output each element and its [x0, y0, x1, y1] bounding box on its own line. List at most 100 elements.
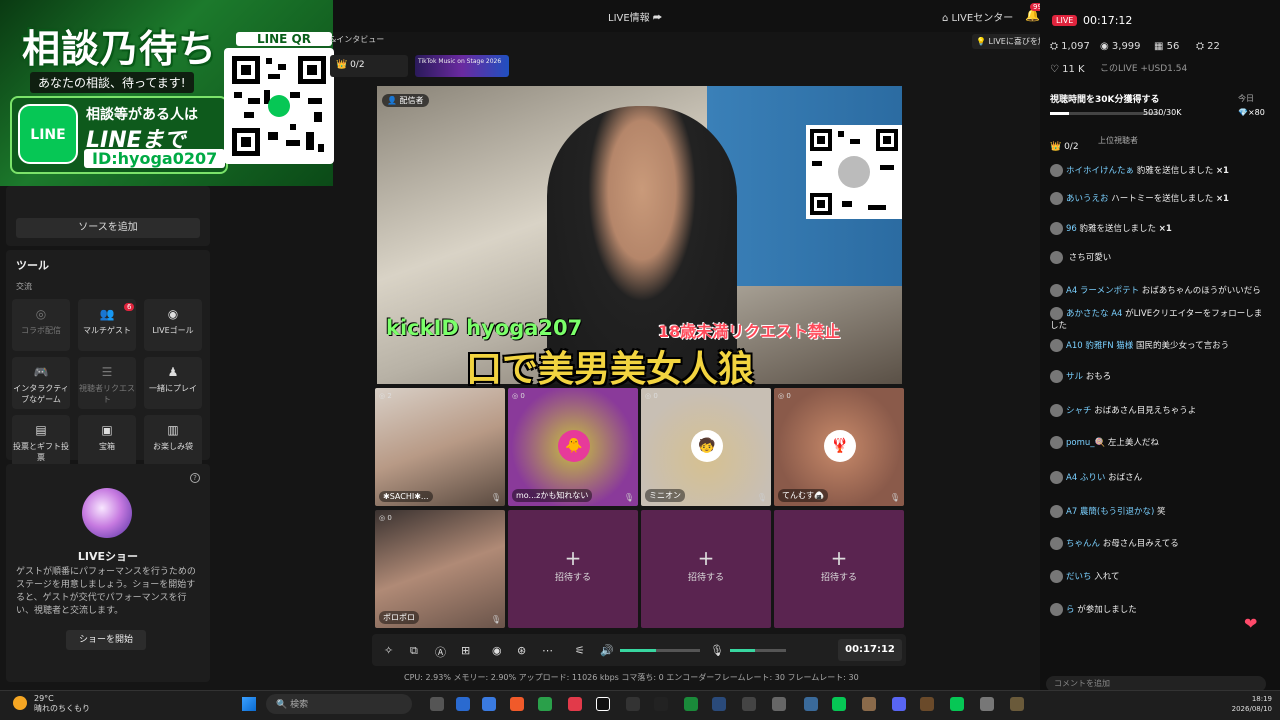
weather-icon[interactable] — [13, 696, 27, 710]
discord-icon[interactable] — [892, 697, 906, 711]
chat-username[interactable]: 96 — [1066, 224, 1077, 234]
tool-label: 宝箱 — [99, 442, 115, 451]
tool-play-together[interactable]: ♟ 一緒にプレイ — [144, 357, 202, 409]
chat-username[interactable]: ホイホイけんたぁ — [1066, 166, 1134, 176]
tool-collab[interactable]: ◎ コラボ配信 — [12, 299, 70, 351]
line-app-icon[interactable] — [832, 697, 846, 711]
app-icon[interactable] — [742, 697, 756, 711]
app-icon[interactable] — [456, 697, 470, 711]
live-center-link[interactable]: ⌂ LIVEセンター — [942, 9, 1013, 24]
user-avatar[interactable] — [1050, 603, 1063, 616]
layout-icon[interactable]: ⧉ — [410, 644, 418, 658]
more-icon[interactable]: ⋯ — [542, 644, 553, 657]
chat-username[interactable]: ちゃんん — [1066, 539, 1100, 549]
chat-username[interactable]: A7 農簡(もう引退かな) — [1066, 507, 1154, 517]
steam-icon[interactable] — [712, 697, 726, 711]
guest-tile[interactable]: ◎ 0 🦞 てんむす🍙 🎙 — [774, 388, 904, 506]
chat-username[interactable]: A10 豹雅FN 猫様 — [1066, 341, 1133, 351]
line-app-icon[interactable] — [950, 697, 964, 711]
app-icon[interactable] — [804, 697, 818, 711]
app-icon[interactable] — [626, 697, 640, 711]
user-avatar[interactable] — [1050, 284, 1063, 297]
user-avatar[interactable] — [1050, 222, 1063, 235]
chat-username[interactable]: pomu_🍭 — [1066, 438, 1105, 448]
tiktok-icon[interactable] — [596, 697, 610, 711]
mic-icon[interactable]: 🎙 — [890, 493, 900, 502]
tools-title: ツール — [16, 259, 49, 272]
brave-icon[interactable] — [510, 697, 524, 711]
user-avatar[interactable] — [1050, 164, 1063, 177]
chat-username[interactable]: A4 ラーメンポテト — [1066, 286, 1139, 296]
camera-switch-icon[interactable]: ⊛ — [517, 644, 526, 657]
app-icon[interactable] — [654, 697, 668, 711]
guest-tile[interactable]: ◎ 0 🧒 ミニオン 🎙 — [641, 388, 771, 506]
tool-poll[interactable]: ▤ 投票とギフト投票 — [12, 415, 70, 467]
music-banner[interactable]: TikTok Music on Stage 2026 — [415, 55, 509, 77]
user-avatar[interactable] — [1050, 570, 1063, 583]
app-icon[interactable] — [482, 697, 496, 711]
settings-icon[interactable] — [980, 697, 994, 711]
chat-username[interactable]: シャチ — [1066, 406, 1092, 416]
user-avatar[interactable] — [1050, 537, 1063, 550]
start-show-button[interactable]: ショーを開始 — [66, 630, 146, 650]
settings-sliders-icon[interactable]: ⚟ — [575, 644, 585, 657]
usd-earnings: このLIVE +USD1.54 — [1100, 64, 1188, 74]
app-icon[interactable] — [684, 697, 698, 711]
chat-username[interactable]: A4 ふりい — [1066, 473, 1105, 483]
volume-icon[interactable]: 🔊 — [600, 644, 614, 657]
views-stat: ◉ 3,999 — [1100, 41, 1141, 52]
mic-icon[interactable]: 🎙 — [624, 493, 634, 502]
user-avatar[interactable] — [1050, 192, 1063, 205]
system-clock[interactable]: 18:19 2026/08/10 — [1222, 694, 1272, 714]
guest-tile[interactable]: ◎ 2 ✱SACHI✱... 🎙 — [375, 388, 505, 506]
top-viewers-tab[interactable]: 上位視聴者 — [1098, 135, 1138, 146]
mic-icon[interactable]: 🎙 — [491, 615, 501, 624]
weather-widget[interactable]: 29°C 晴れのちくもり — [34, 694, 90, 714]
chat-username[interactable]: あいうえお — [1066, 194, 1109, 204]
mic-icon[interactable]: 🎙 — [757, 493, 767, 502]
tool-lucky-bag[interactable]: ▥ お楽しみ袋 — [144, 415, 202, 467]
record-icon[interactable]: ◉ — [492, 644, 502, 657]
chat-username[interactable]: だいち — [1066, 572, 1092, 582]
mic-icon[interactable]: 🎙 — [491, 493, 501, 502]
chat-username[interactable]: サル — [1066, 372, 1083, 382]
chat-username[interactable]: あかさたな A4 — [1066, 309, 1122, 319]
tool-viewer-request[interactable]: ☰ 視聴者リクエスト — [78, 357, 136, 409]
user-avatar[interactable] — [1050, 370, 1063, 383]
tool-treasure-box[interactable]: ▣ 宝箱 — [78, 415, 136, 467]
add-scene-icon[interactable]: ⊞ — [461, 644, 470, 657]
add-source-button[interactable]: ソースを追加 — [16, 218, 200, 238]
user-avatar[interactable] — [1050, 307, 1063, 320]
chat-username[interactable]: ら — [1066, 605, 1075, 615]
help-icon[interactable]: ? — [190, 473, 200, 483]
app-icon[interactable] — [862, 697, 876, 711]
app-icon[interactable] — [568, 697, 582, 711]
magic-wand-icon[interactable]: ✧ — [384, 644, 393, 657]
windows-start-icon[interactable] — [242, 697, 256, 711]
app-icon[interactable] — [772, 697, 786, 711]
user-avatar[interactable] — [1050, 505, 1063, 518]
taskbar-search[interactable]: 🔍 検索 — [266, 694, 412, 714]
user-avatar[interactable] — [1050, 339, 1063, 352]
guest-avatar: 🦞 — [824, 430, 856, 462]
tool-interactive-game[interactable]: 🎮 インタラクティブなゲーム — [12, 357, 70, 409]
chrome-icon[interactable] — [538, 697, 552, 711]
user-avatar[interactable] — [1050, 404, 1063, 417]
invite-slot[interactable]: + 招待する — [641, 510, 771, 628]
ai-icon[interactable]: Ⓐ — [435, 644, 446, 660]
app-icon[interactable] — [1010, 697, 1024, 711]
invite-label: 招待する — [687, 573, 724, 583]
invite-slot[interactable]: + 招待する — [508, 510, 638, 628]
app-icon[interactable] — [920, 697, 934, 711]
chat-message: A10 豹雅FN 猫様 国民的美少女って言おう — [1050, 339, 1266, 352]
live-info-link[interactable]: LIVE情報 ⮫ — [608, 9, 662, 24]
guest-tile[interactable]: ◎ 0 ポロポロ 🎙 — [375, 510, 505, 628]
invite-slot[interactable]: + 招待する — [774, 510, 904, 628]
microphone-icon[interactable]: 🎙 — [710, 644, 724, 657]
user-avatar[interactable] — [1050, 471, 1063, 484]
user-avatar[interactable] — [1050, 251, 1063, 264]
guest-tile[interactable]: ◎ 0 🐥 mo...zかも知れない 🎙 — [508, 388, 638, 506]
task-view-icon[interactable] — [430, 697, 444, 711]
user-avatar[interactable] — [1050, 436, 1063, 449]
tool-live-goal[interactable]: ◉ LIVEゴール — [144, 299, 202, 351]
